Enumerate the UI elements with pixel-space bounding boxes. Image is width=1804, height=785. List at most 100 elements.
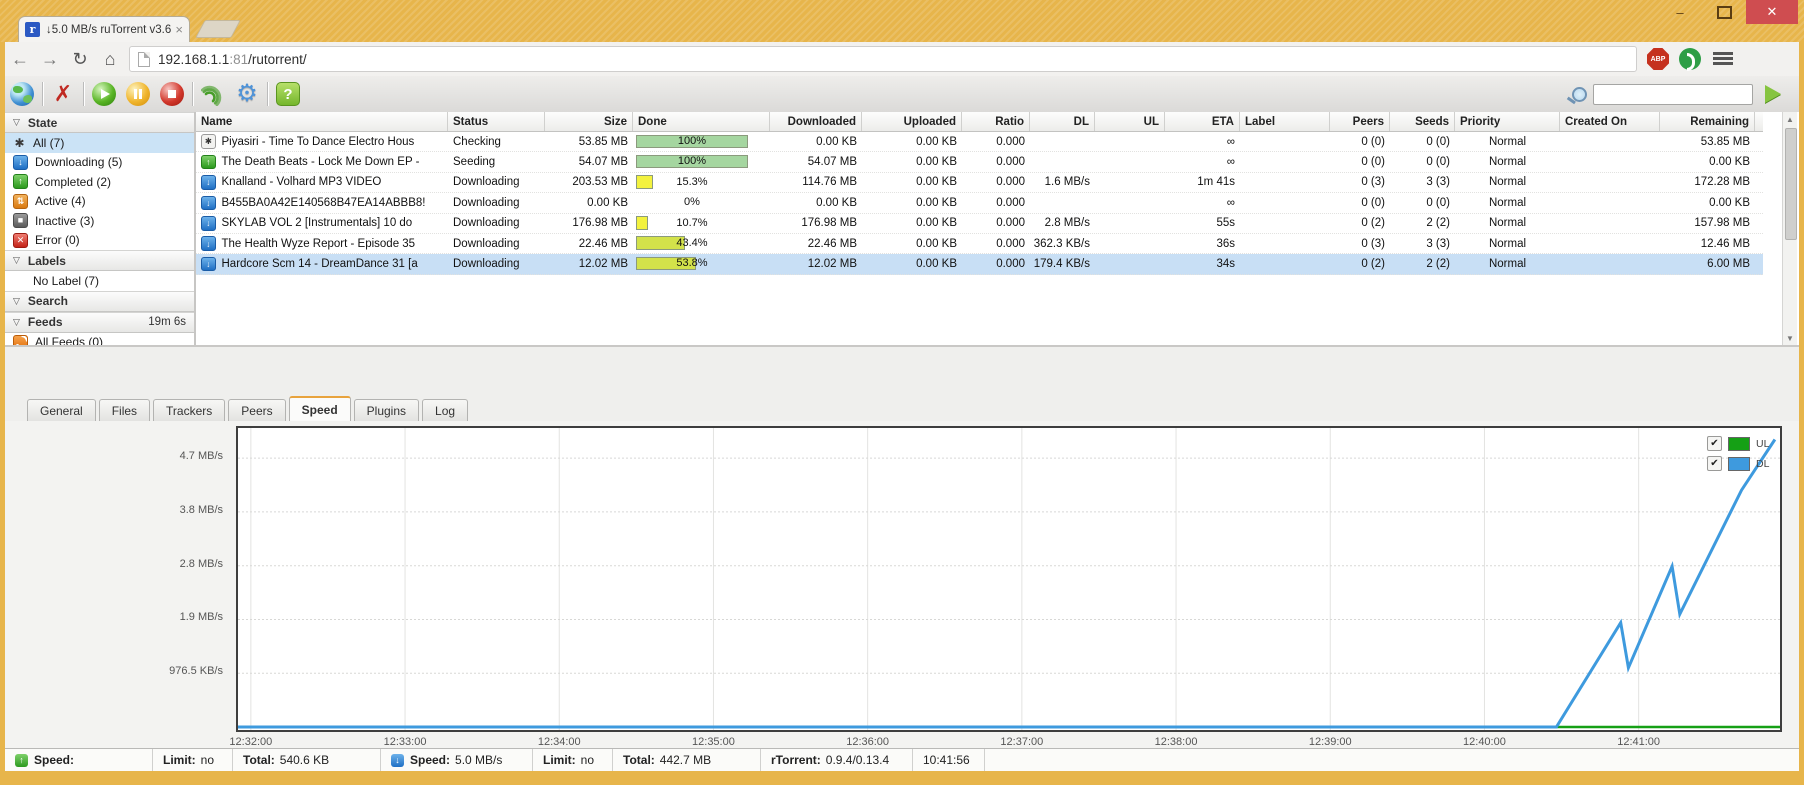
downloading-status-icon: ↓ (201, 195, 216, 211)
column-header-seeds[interactable]: Seeds (1390, 112, 1455, 131)
collapse-triangle-icon: ▽ (13, 255, 20, 265)
pause-torrent-button[interactable] (121, 79, 155, 109)
throttle-button[interactable] (196, 79, 230, 109)
column-header-label[interactable]: Label (1240, 112, 1330, 131)
remaining-cell: 6.00 MB (1707, 258, 1750, 271)
remaining-cell: 12.46 MB (1700, 237, 1750, 250)
table-row[interactable]: ↓ B455BA0A42E140568B47EA14ABBB8! Downloadi… (196, 193, 1763, 214)
tab-speed[interactable]: Speed (288, 396, 351, 421)
progress-label: 15.3% (676, 175, 708, 188)
column-header-name[interactable]: Name (196, 112, 448, 131)
column-header-size[interactable]: Size (545, 112, 633, 131)
created-on-cell (1560, 193, 1660, 212)
sidebar-item-error-0[interactable]: ✕ Error (0) (5, 231, 194, 251)
new-tab-button[interactable] (195, 20, 241, 38)
scroll-up-icon[interactable]: ▲ (1783, 112, 1797, 126)
sidebar-item-active-4[interactable]: ⇅ Active (4) (5, 192, 194, 212)
add-torrent-button[interactable] (5, 79, 39, 109)
table-row[interactable]: ↓ Hardcore Scm 14 - DreamDance 31 [a Downl… (196, 254, 1763, 275)
search-input[interactable] (1593, 83, 1753, 105)
start-torrent-button[interactable] (87, 79, 121, 109)
sidebar-section-labels[interactable]: ▽ Labels (5, 250, 194, 271)
done-cell: 100% (633, 132, 770, 151)
remove-torrent-button[interactable]: ✗ (46, 79, 80, 109)
maximize-button[interactable] (1702, 0, 1746, 24)
page-icon[interactable] (138, 51, 150, 67)
x-axis-tick-label: 12:39:00 (1308, 736, 1352, 748)
column-header-remaining[interactable]: Remaining (1660, 112, 1755, 131)
tab-files[interactable]: Files (98, 399, 151, 421)
tab-peers[interactable]: Peers (228, 399, 286, 421)
column-header-done[interactable]: Done (633, 112, 770, 131)
table-row[interactable]: ↓ SKYLAB VOL 2 [Instrumentals] 10 do Downl… (196, 214, 1763, 234)
table-row[interactable]: ↓ Knalland - Volhard MP3 VIDEO Downloading… (196, 173, 1763, 194)
sidebar-section-feeds[interactable]: ▽ Feeds 19m 6s (5, 311, 194, 333)
sidebar-item-downloading-5[interactable]: ↓ Downloading (5) (5, 153, 194, 173)
downloaded-cell: 0.00 KB (816, 135, 857, 148)
close-button[interactable]: ✕ (1746, 0, 1798, 24)
sidebar-item-label: Error (0) (35, 233, 80, 248)
sidebar-item-all-7[interactable]: ✱ All (7) (5, 133, 194, 153)
table-row[interactable]: ↓ The Health Wyze Report - Episode 35 Down… (196, 234, 1763, 255)
column-header-dl[interactable]: DL (1030, 112, 1095, 131)
tab-plugins[interactable]: Plugins (353, 399, 420, 421)
column-header-uploaded[interactable]: Uploaded (862, 112, 962, 131)
settings-button[interactable]: ⚙ (230, 79, 264, 109)
status-value: 0.9.4/0.13.4 (825, 753, 890, 767)
sidebar-item-completed-2[interactable]: ↑ Completed (2) (5, 172, 194, 192)
home-icon[interactable]: ⌂ (95, 49, 125, 70)
sidebar-section-search[interactable]: ▽ Search (5, 290, 194, 312)
column-header-downloaded[interactable]: Downloaded (770, 112, 862, 131)
sidebar-item-no-label-7[interactable]: No Label (7) (5, 271, 194, 291)
x-axis-tick-label: 12:38:00 (1154, 736, 1198, 748)
status-segment: rTorrent: 0.9.4/0.13.4 (761, 749, 913, 771)
sidebar-item-label: No Label (7) (33, 273, 100, 288)
stop-icon (160, 82, 184, 106)
reload-icon[interactable]: ↻ (65, 49, 95, 70)
column-header-ul[interactable]: UL (1095, 112, 1165, 131)
table-row[interactable]: ↑ The Death Beats - Lock Me Down EP - Seed… (196, 152, 1763, 173)
size-cell: 176.98 MB (572, 217, 628, 230)
tab-log[interactable]: Log (422, 399, 469, 421)
sidebar-item-all-feeds-0[interactable]: All Feeds (0) (5, 333, 194, 345)
status-segment: Limit: no (533, 749, 613, 771)
green-extension-icon[interactable] (1679, 48, 1701, 71)
tab-general[interactable]: General (27, 399, 96, 421)
seeds-cell: 0 (0) (1426, 196, 1450, 209)
sidebar-item-label: Active (4) (35, 194, 86, 209)
column-header-created-on[interactable]: Created On (1560, 112, 1660, 131)
column-header-status[interactable]: Status (448, 112, 545, 131)
back-icon[interactable]: ← (5, 49, 35, 70)
splitter[interactable] (5, 345, 1799, 399)
column-header-ratio[interactable]: Ratio (962, 112, 1030, 131)
table-scrollbar[interactable]: ▲ ▼ (1782, 112, 1797, 345)
tab-trackers[interactable]: Trackers (153, 399, 226, 421)
torrent-name: B455BA0A42E140568B47EA14ABBB8! (221, 196, 426, 209)
column-header-peers[interactable]: Peers (1330, 112, 1390, 131)
help-button[interactable]: ? (271, 79, 305, 109)
table-row[interactable]: ✱ Piyasiri - Time To Dance Electro Hous Ch… (196, 132, 1763, 153)
go-arrow-icon[interactable] (1765, 85, 1781, 103)
address-bar[interactable]: 192.168.1.1:81/rutorrent/ (129, 46, 1637, 72)
scrollbar-thumb[interactable] (1785, 128, 1797, 240)
browser-menu-icon[interactable] (1713, 52, 1733, 66)
remaining-cell: 0.00 KB (1709, 196, 1750, 209)
tab-close-icon[interactable]: × (175, 22, 183, 37)
scroll-down-icon[interactable]: ▼ (1783, 331, 1797, 345)
column-header-priority[interactable]: Priority (1455, 112, 1560, 131)
priority-cell: Normal (1488, 176, 1527, 189)
minimize-button[interactable]: – (1658, 0, 1702, 24)
adblock-extension-icon[interactable]: ABP (1647, 48, 1669, 70)
legend-checkbox-ul[interactable]: ✔ (1707, 436, 1722, 451)
legend-checkbox-dl[interactable]: ✔ (1707, 456, 1722, 471)
sidebar-item-inactive-3[interactable]: ■ Inactive (3) (5, 211, 194, 231)
sidebar-section-state[interactable]: ▽ State (5, 112, 194, 133)
column-header-eta[interactable]: ETA (1165, 112, 1240, 131)
ul-speed-cell (1095, 234, 1165, 253)
sidebar-section-title: Search (27, 294, 68, 308)
forward-icon[interactable]: → (35, 49, 65, 70)
browser-tab[interactable]: r ↓5.0 MB/s ruTorrent v3.6 ( × (18, 16, 190, 42)
stop-torrent-button[interactable] (155, 79, 189, 109)
signal-icon (201, 85, 222, 106)
updown-icon: ⇅ (13, 193, 28, 209)
